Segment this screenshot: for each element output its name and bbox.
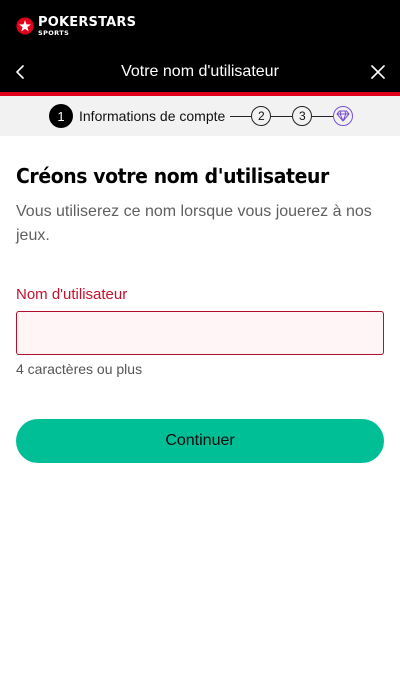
star-logo-icon [16, 17, 34, 35]
pokerstars-sports-logo: POKERSTARS SPORTS [16, 16, 136, 37]
form-heading: Créons votre nom d'utilisateur [16, 164, 329, 188]
username-input[interactable] [16, 311, 384, 355]
brand-name: POKERSTARS [38, 14, 137, 30]
brand-sub: SPORTS [38, 28, 70, 37]
step-1-indicator: 1 [49, 104, 73, 128]
step-connector [271, 115, 293, 117]
title-bar: Votre nom d'utilisateur [0, 52, 400, 96]
page-title: Votre nom d'utilisateur [121, 63, 279, 80]
step-connector [312, 115, 334, 117]
form-description: Vous utiliserez ce nom lorsque vous joue… [16, 203, 372, 244]
continue-button[interactable]: Continuer [16, 419, 384, 463]
step-final-indicator [333, 106, 354, 126]
close-icon[interactable] [370, 64, 386, 80]
main-content: Créons votre nom d'utilisateur Vous util… [0, 136, 400, 463]
progress-stepper: 1 Informations de compte 2 3 [0, 96, 400, 136]
brand-bar: POKERSTARS SPORTS [0, 0, 400, 52]
diamond-icon [336, 110, 350, 122]
chevron-left-icon[interactable] [12, 64, 28, 80]
step-1-label: Informations de compte [79, 108, 226, 124]
username-label: Nom d'utilisateur [16, 286, 128, 303]
username-hint: 4 caractères ou plus [16, 361, 143, 377]
step-3-indicator: 3 [292, 106, 313, 126]
step-connector [230, 115, 252, 117]
step-2-indicator: 2 [251, 106, 272, 126]
